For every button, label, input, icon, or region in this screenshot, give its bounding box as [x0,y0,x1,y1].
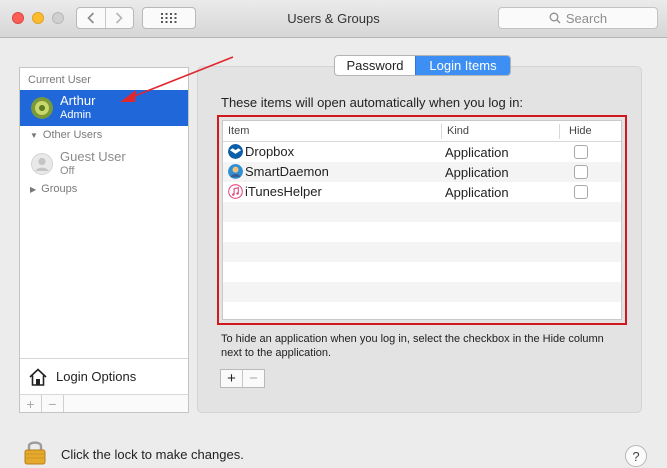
user-row-guest[interactable]: Guest User Off [20,146,188,182]
tab-login-items[interactable]: Login Items [415,56,510,75]
login-options-item[interactable]: Login Options [20,358,188,394]
tab-bar: Password Login Items [334,55,511,76]
help-button[interactable]: ? [625,445,647,467]
row-name: Dropbox [245,144,295,159]
user-row-arthur[interactable]: Arthur Admin [20,90,188,126]
guest-avatar-icon [31,153,53,175]
remove-user-button[interactable]: − [42,395,64,412]
column-divider [441,124,442,139]
table-row[interactable]: Dropbox Application [223,142,621,162]
remove-login-item-button[interactable]: − [242,370,264,387]
smartdaemon-icon [228,164,243,179]
login-items-table: Item Kind Hide Dropbox Application Smart… [222,120,622,320]
table-row[interactable]: SmartDaemon Application [223,162,621,182]
row-name: SmartDaemon [245,164,329,179]
current-user-role: Admin [60,109,92,121]
current-user-header: Current User [28,74,91,86]
users-add-remove-bar: + − [20,394,188,412]
column-header-hide[interactable]: Hide [569,125,592,137]
empty-row [223,302,621,319]
itunes-icon [228,184,243,199]
column-header-item[interactable]: Item [228,125,249,137]
column-header-kind[interactable]: Kind [447,125,469,137]
table-header: Item Kind Hide [223,121,621,142]
row-name: iTunesHelper [245,184,322,199]
empty-row [223,242,621,262]
disclosure-expanded-icon: ▼ [30,131,38,140]
guest-user-status: Off [60,165,75,177]
lock-icon[interactable] [23,437,47,465]
hide-hint-text: To hide an application when you log in, … [221,333,604,359]
lock-message: Click the lock to make changes. [61,447,244,462]
table-row[interactable]: iTunesHelper Application [223,182,621,202]
empty-row [223,222,621,242]
hide-checkbox[interactable] [574,185,588,199]
current-user-name: Arthur [60,93,96,108]
hide-checkbox[interactable] [574,165,588,179]
row-kind: Application [445,145,509,160]
column-divider [559,124,560,139]
tab-password[interactable]: Password [335,56,415,75]
title-bar: Users & Groups Search [0,0,667,38]
users-list-panel: Current User Arthur Admin ▼ Other Users G… [19,67,189,413]
disclosure-collapsed-icon: ▶ [30,185,37,194]
groups-header[interactable]: ▶ Groups [30,183,77,195]
avatar [31,97,53,119]
login-items-intro: These items will open automatically when… [221,95,524,110]
other-users-header[interactable]: ▼ Other Users [30,129,102,141]
other-users-label: Other Users [42,129,103,141]
highlight-box: Item Kind Hide Dropbox Application Smart… [217,115,627,325]
add-login-item-button[interactable]: + [221,370,242,387]
login-options-label: Login Options [56,369,137,384]
row-kind: Application [445,165,509,180]
empty-row [223,262,621,282]
empty-row [223,202,621,222]
login-items-add-remove: + − [220,369,265,388]
search-icon [549,12,561,24]
row-kind: Application [445,185,509,200]
house-icon [29,367,47,386]
groups-label: Groups [41,183,78,195]
hide-checkbox[interactable] [574,145,588,159]
add-user-button[interactable]: + [20,395,42,412]
dropbox-icon [228,144,243,159]
empty-row [223,282,621,302]
search-placeholder: Search [565,10,608,26]
search-input[interactable]: Search [498,7,658,29]
guest-user-name: Guest User [60,149,126,164]
